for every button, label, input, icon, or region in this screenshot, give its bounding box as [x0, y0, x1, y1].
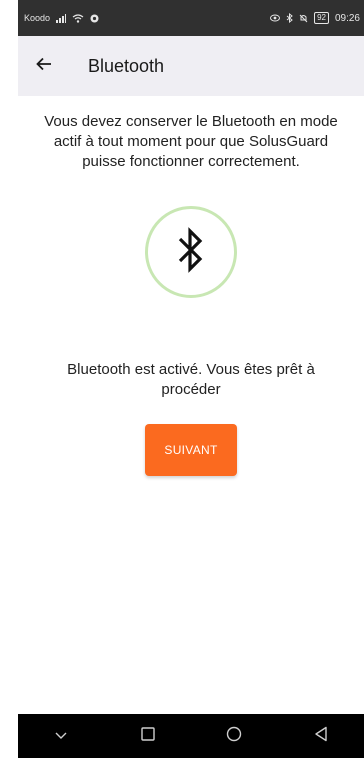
intro-text: Vous devez conserver le Bluetooth en mod…	[44, 113, 338, 170]
status-bar: Koodo 92 09:26	[18, 0, 364, 36]
nav-recents-button[interactable]	[128, 716, 168, 756]
navigation-bar	[18, 714, 364, 758]
app-bar: Bluetooth	[18, 36, 364, 96]
arrow-left-icon	[36, 57, 52, 76]
status-left: Koodo	[24, 13, 99, 23]
status-right: 92 09:26	[270, 12, 360, 24]
bluetooth-circle	[145, 206, 237, 298]
square-icon	[141, 726, 155, 746]
clock: 09:26	[334, 12, 360, 24]
wifi-icon	[72, 13, 84, 23]
back-button[interactable]	[18, 36, 70, 96]
bluetooth-status-text: Bluetooth est activé. Vous êtes prêt à p…	[67, 361, 315, 398]
bluetooth-status-icon	[286, 13, 293, 23]
nav-hide-button[interactable]	[41, 716, 81, 756]
page-title: Bluetooth	[88, 55, 165, 76]
next-wrap: SUIVANT	[18, 424, 364, 476]
bluetooth-icon	[177, 226, 205, 278]
chevron-down-icon	[55, 727, 67, 745]
main-content: Vous devez conserver le Bluetooth en mod…	[18, 96, 364, 476]
battery-indicator: 92	[314, 12, 329, 24]
carrier-label: Koodo	[24, 13, 51, 23]
triangle-back-icon	[314, 726, 328, 747]
nav-back-button[interactable]	[301, 716, 341, 756]
signal-icon	[56, 13, 67, 23]
circle-icon	[226, 726, 242, 747]
mute-icon	[299, 14, 308, 23]
nav-home-button[interactable]	[214, 716, 254, 756]
notification-icon	[90, 14, 99, 23]
bluetooth-indicator	[18, 206, 364, 298]
eye-icon	[270, 14, 281, 22]
next-button[interactable]: SUIVANT	[145, 424, 237, 476]
